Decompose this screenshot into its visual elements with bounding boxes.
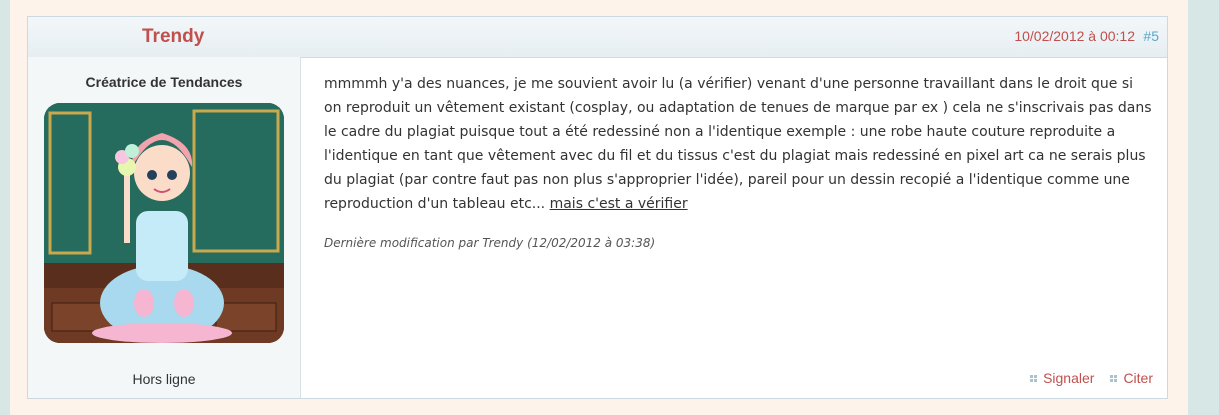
report-button[interactable]: Signaler [1030, 370, 1094, 386]
post-body-text: mmmmh y'a des nuances, je me souvient av… [324, 76, 1152, 212]
author-name-link[interactable]: Trendy [142, 26, 204, 48]
online-status: Hors ligne [132, 371, 196, 387]
grid-dots-icon [1030, 374, 1038, 382]
post-actions: Signaler Citer [1030, 370, 1153, 386]
edit-note: Dernière modification par Trendy (12/02/… [324, 236, 656, 250]
post-permalink[interactable]: #5 [1143, 28, 1159, 44]
grid-dots-icon [1110, 374, 1118, 382]
post-header: Trendy 10/02/2012 à 00:12 #5 [28, 17, 1167, 58]
forum-post: Trendy 10/02/2012 à 00:12 #5 Créatrice d… [27, 16, 1168, 399]
quote-button[interactable]: Citer [1110, 370, 1153, 386]
author-title: Créatrice de Tendances [85, 74, 243, 90]
quote-label: Citer [1123, 370, 1153, 386]
post-body-link[interactable]: mais c'est a vérifier [550, 196, 688, 212]
post-date: 10/02/2012 à 00:12 [1014, 28, 1135, 44]
avatar [44, 103, 284, 343]
report-label: Signaler [1043, 370, 1095, 386]
post-body: mmmmh y'a des nuances, je me souvient av… [324, 72, 1152, 216]
author-sidebar: Créatrice de Tendances Hors ligne [28, 57, 301, 398]
